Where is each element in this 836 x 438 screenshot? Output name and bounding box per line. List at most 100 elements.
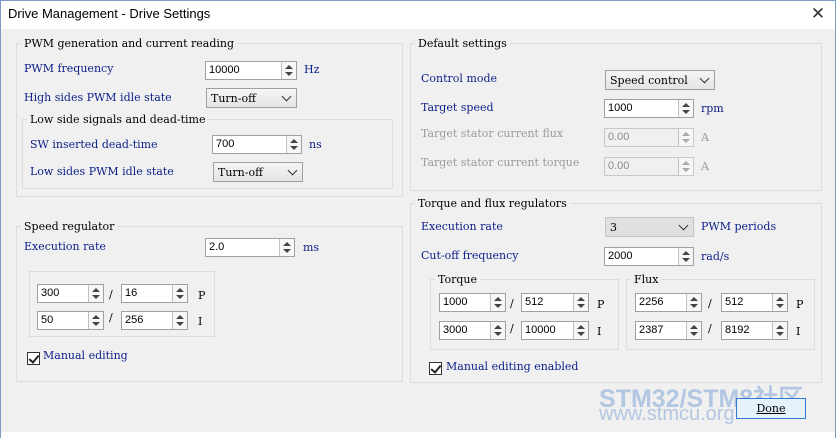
spinner-arrows-icon	[678, 158, 693, 175]
pwm-frequency-spinner[interactable]: 10000	[205, 61, 297, 80]
spinner-arrows-icon[interactable]	[490, 294, 505, 311]
control-mode-value: Speed control	[610, 74, 688, 87]
torque-kp-denominator[interactable]: 512	[521, 293, 589, 312]
speed-exec-rate-spinner[interactable]: 2.0	[205, 238, 295, 257]
cutoff-frequency-spinner[interactable]: 2000	[604, 247, 694, 266]
i-label: I	[796, 325, 801, 338]
spinner-arrows-icon[interactable]	[573, 294, 588, 311]
i-label: I	[198, 315, 203, 328]
slash-label: /	[708, 297, 712, 310]
slash-label: /	[708, 322, 712, 335]
tf-exec-rate-unit: PWM periods	[701, 220, 777, 233]
dead-time-spinner[interactable]: 700	[212, 135, 302, 154]
target-speed-value: 1000	[608, 102, 633, 114]
drive-settings-dialog: Drive Management - Drive Settings ✕ PWM …	[0, 0, 836, 438]
speed-kp-numerator-value: 300	[41, 287, 60, 299]
tf-exec-rate-select[interactable]: 3	[605, 217, 694, 237]
spinner-arrows-icon[interactable]	[573, 322, 588, 339]
torque-ki-numerator[interactable]: 3000	[439, 321, 506, 340]
spinner-arrows-icon[interactable]	[286, 136, 301, 153]
target-torque-unit: A	[701, 160, 709, 173]
chevron-down-icon	[281, 91, 292, 102]
flux-ki-denominator-value: 8192	[725, 324, 750, 336]
control-mode-select[interactable]: Speed control	[605, 70, 715, 90]
slash-label: /	[510, 322, 514, 335]
done-button-label: Done	[756, 402, 786, 415]
tf-exec-rate-value: 3	[610, 221, 617, 234]
target-flux-unit: A	[701, 131, 709, 144]
slash-label: /	[109, 311, 113, 324]
pwm-frequency-label: PWM frequency	[24, 62, 114, 75]
spinner-arrows-icon[interactable]	[678, 100, 693, 117]
flux-kp-denominator[interactable]: 512	[721, 293, 788, 312]
spinner-arrows-icon[interactable]	[279, 239, 294, 256]
window-title: Drive Management - Drive Settings	[8, 6, 211, 21]
pwm-frequency-value: 10000	[209, 64, 240, 76]
p-label: P	[198, 289, 206, 302]
spinner-arrows-icon[interactable]	[490, 322, 505, 339]
default-settings-legend: Default settings	[418, 37, 507, 50]
flux-kp-denominator-value: 512	[725, 296, 744, 308]
torque-ki-denominator-value: 10000	[525, 324, 556, 336]
spinner-arrows-icon[interactable]	[772, 294, 787, 311]
target-torque-spinner: 0.00	[604, 157, 694, 176]
speed-ki-numerator-value: 50	[41, 314, 54, 326]
tf-exec-rate-label: Execution rate	[421, 220, 503, 233]
speed-kp-denominator[interactable]: 16	[121, 284, 188, 303]
spinner-arrows-icon[interactable]	[678, 248, 693, 265]
spinner-arrows-icon[interactable]	[281, 62, 296, 79]
speed-exec-rate-label: Execution rate	[24, 240, 106, 253]
torque-ki-denominator[interactable]: 10000	[521, 321, 589, 340]
chevron-down-icon	[699, 73, 710, 84]
speed-ki-numerator[interactable]: 50	[37, 311, 104, 330]
tf-manual-editing-checkbox[interactable]	[429, 362, 442, 375]
spinner-arrows-icon	[678, 129, 693, 146]
target-torque-label: Target stator current torque	[421, 156, 580, 169]
title-bar: Drive Management - Drive Settings ✕	[1, 1, 835, 29]
dead-time-unit: ns	[309, 138, 322, 151]
target-speed-spinner[interactable]: 1000	[604, 99, 694, 118]
spinner-arrows-icon[interactable]	[88, 285, 103, 302]
tf-manual-editing-label[interactable]: Manual editing enabled	[446, 360, 578, 373]
flux-kp-numerator[interactable]: 2256	[635, 293, 702, 312]
slash-label: /	[109, 288, 113, 301]
target-flux-spinner: 0.00	[604, 128, 694, 147]
speed-manual-editing-checkbox[interactable]	[27, 352, 40, 365]
target-speed-unit: rpm	[701, 102, 724, 115]
target-speed-label: Target speed	[421, 101, 494, 114]
spinner-arrows-icon[interactable]	[686, 322, 701, 339]
speed-manual-editing-label[interactable]: Manual editing	[43, 349, 128, 362]
pwm-group-legend: PWM generation and current reading	[24, 37, 235, 50]
torque-ki-numerator-value: 3000	[443, 324, 468, 336]
slash-label: /	[510, 297, 514, 310]
i-label: I	[597, 325, 602, 338]
spinner-arrows-icon[interactable]	[772, 322, 787, 339]
spinner-arrows-icon[interactable]	[172, 285, 187, 302]
cutoff-frequency-label: Cut-off frequency	[421, 249, 519, 262]
flux-ki-numerator-value: 2387	[639, 324, 664, 336]
spinner-arrows-icon[interactable]	[88, 312, 103, 329]
speed-ki-denominator[interactable]: 256	[121, 311, 188, 330]
speed-exec-rate-value: 2.0	[209, 241, 225, 253]
high-sides-idle-select[interactable]: Turn-off	[206, 88, 297, 108]
high-sides-idle-label: High sides PWM idle state	[24, 91, 172, 104]
flux-ki-numerator[interactable]: 2387	[635, 321, 702, 340]
close-icon[interactable]: ✕	[809, 5, 827, 23]
spinner-arrows-icon[interactable]	[172, 312, 187, 329]
low-side-group-legend: Low side signals and dead-time	[30, 113, 206, 126]
dead-time-value: 700	[216, 138, 235, 150]
high-sides-idle-value: Turn-off	[211, 92, 256, 105]
bottom-strip	[1, 432, 835, 438]
speed-kp-numerator[interactable]: 300	[37, 284, 104, 303]
torque-kp-numerator[interactable]: 1000	[439, 293, 506, 312]
spinner-arrows-icon[interactable]	[686, 294, 701, 311]
flux-ki-denominator[interactable]: 8192	[721, 321, 788, 340]
flux-subgroup-legend: Flux	[634, 273, 659, 286]
dead-time-label: SW inserted dead-time	[30, 138, 158, 151]
speed-ki-denominator-value: 256	[125, 314, 144, 326]
low-sides-idle-select[interactable]: Turn-off	[213, 162, 303, 182]
done-button[interactable]: Done	[736, 398, 806, 419]
low-sides-idle-value: Turn-off	[218, 166, 263, 179]
speed-regulator-legend: Speed regulator	[24, 220, 115, 233]
p-label: P	[597, 298, 605, 311]
